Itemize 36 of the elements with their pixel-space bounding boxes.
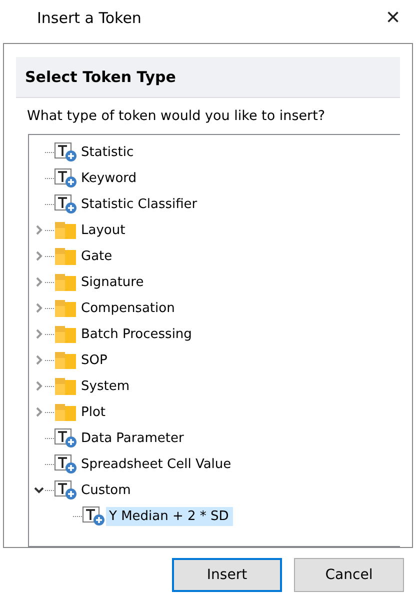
- tree-item[interactable]: SOP: [78, 350, 112, 370]
- folder-icon: [54, 272, 78, 292]
- folder-icon: [54, 246, 78, 266]
- tree-item[interactable]: Y Median + 2 * SD: [106, 506, 233, 526]
- tree-item[interactable]: Batch Processing: [78, 324, 196, 344]
- token-icon: [54, 454, 78, 474]
- tree-item[interactable]: Statistic Classifier: [78, 194, 202, 214]
- tree-item[interactable]: Statistic: [78, 142, 138, 162]
- tree-item[interactable]: Layout: [78, 220, 130, 240]
- token-icon: [54, 194, 78, 214]
- tree-item[interactable]: Data Parameter: [78, 428, 188, 448]
- token-icon: [54, 168, 78, 188]
- folder-icon: [54, 350, 78, 370]
- tree-item[interactable]: Spreadsheet Cell Value: [78, 454, 236, 474]
- token-icon: [82, 506, 106, 526]
- folder-icon: [54, 298, 78, 318]
- token-icon: [54, 428, 78, 448]
- section-title: Select Token Type: [25, 68, 176, 86]
- tree-item[interactable]: Plot: [78, 402, 110, 422]
- tree-item[interactable]: Compensation: [78, 298, 179, 318]
- folder-icon: [54, 220, 78, 240]
- tree-item[interactable]: System: [78, 376, 134, 396]
- folder-icon: [54, 324, 78, 344]
- dialog-button[interactable]: Cancel: [294, 558, 404, 592]
- prompt-text: What type of token would you like to insert?: [27, 108, 326, 124]
- tree-item[interactable]: Gate: [78, 246, 116, 266]
- close-button[interactable]: ×: [382, 6, 404, 30]
- tree-item[interactable]: Signature: [78, 272, 148, 292]
- folder-icon: [54, 376, 78, 396]
- default-dialog-button[interactable]: Insert: [172, 558, 282, 592]
- folder-icon: [54, 402, 78, 422]
- tree-item[interactable]: Keyword: [78, 168, 141, 188]
- tree-item[interactable]: Custom: [78, 480, 135, 500]
- token-icon: [54, 480, 78, 500]
- token-icon: [54, 142, 78, 162]
- window-title: Insert a Token: [37, 9, 142, 27]
